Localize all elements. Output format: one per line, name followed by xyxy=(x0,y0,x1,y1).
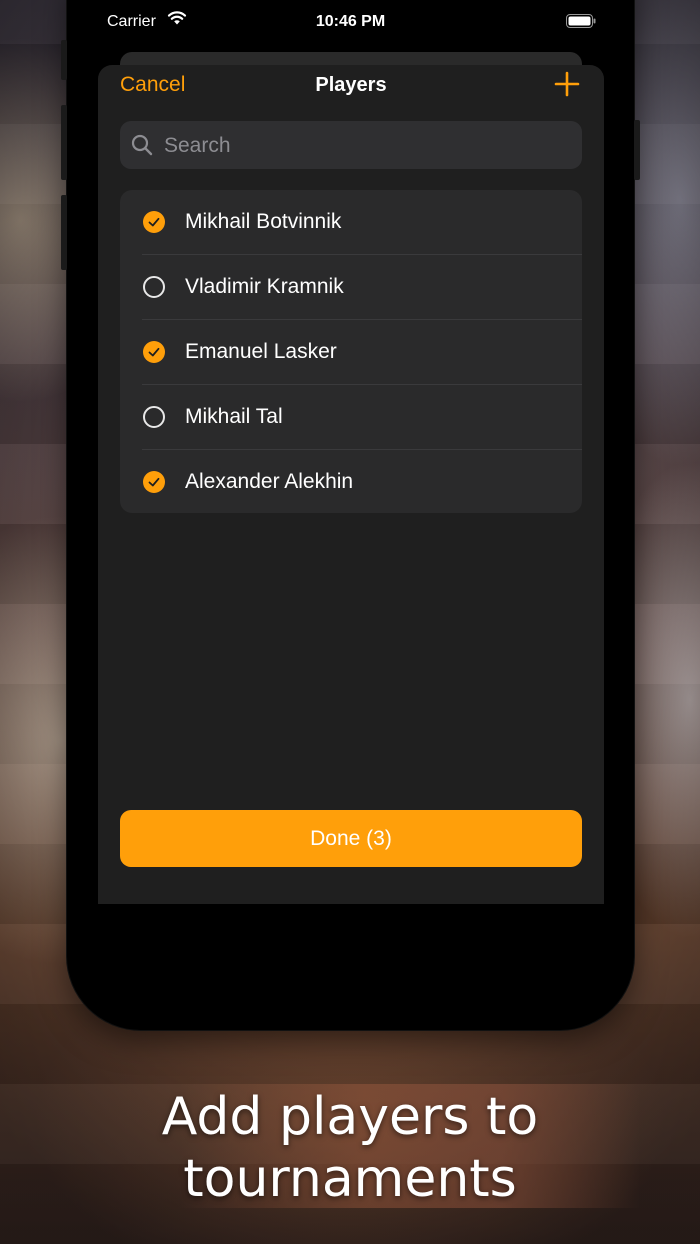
player-row[interactable]: Alexander Alekhin xyxy=(120,450,582,513)
add-player-button[interactable] xyxy=(552,69,582,99)
checkmark-circle-icon xyxy=(143,211,165,233)
player-name: Vladimir Kramnik xyxy=(185,275,344,298)
status-bar: Carrier 10:46 PM xyxy=(67,0,634,50)
plus-icon xyxy=(554,71,580,97)
power-button xyxy=(634,120,640,180)
done-button[interactable]: Done (3) xyxy=(120,810,582,867)
volume-down-button xyxy=(61,195,67,270)
search-bar xyxy=(120,121,582,171)
page-title: Players xyxy=(315,74,387,96)
player-row[interactable]: Mikhail Botvinnik xyxy=(120,190,582,255)
caption-line: Add players to xyxy=(161,1087,539,1147)
caption-line: tournaments xyxy=(183,1149,517,1209)
promo-caption: Add players to tournaments xyxy=(0,1086,700,1210)
player-name: Emanuel Lasker xyxy=(185,340,337,363)
battery-icon xyxy=(566,14,596,33)
empty-circle-icon xyxy=(143,276,165,298)
clock: 10:46 PM xyxy=(315,13,386,30)
phone-frame: Carrier 10:46 PM Cancel Players Search M… xyxy=(61,0,640,1030)
players-list: Mikhail Botvinnik Vladimir Kramnik Emanu… xyxy=(120,190,582,513)
empty-circle-icon xyxy=(143,406,165,428)
player-row[interactable]: Mikhail Tal xyxy=(120,385,582,450)
search-icon xyxy=(130,133,154,162)
volume-up-button xyxy=(61,105,67,180)
player-row[interactable]: Vladimir Kramnik xyxy=(120,255,582,320)
players-sheet: Cancel Players Mikhail B xyxy=(98,65,604,904)
checkmark-circle-icon xyxy=(143,471,165,493)
player-name: Alexander Alekhin xyxy=(185,470,354,493)
player-row[interactable]: Emanuel Lasker xyxy=(120,320,582,385)
player-name: Mikhail Botvinnik xyxy=(185,210,342,233)
search-input[interactable] xyxy=(162,121,566,171)
checkmark-circle-icon xyxy=(143,341,165,363)
player-name: Mikhail Tal xyxy=(185,405,283,428)
